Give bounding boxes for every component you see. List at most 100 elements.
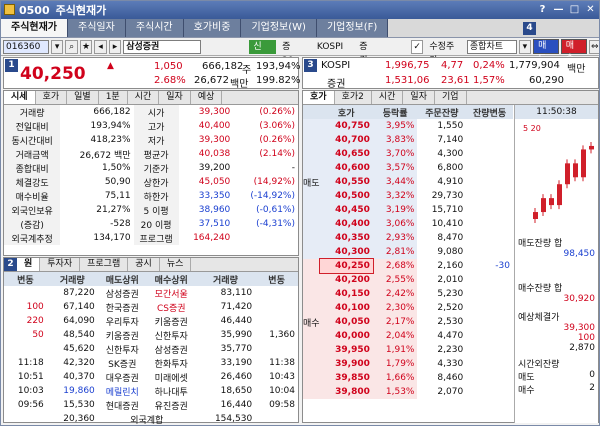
bid-row[interactable]: 40,100 2,30% 2,520 bbox=[303, 301, 513, 315]
panel-number-1: 1 bbox=[5, 59, 18, 72]
ask-row[interactable]: 40,500 3,32% 29,730 bbox=[303, 189, 513, 203]
ask-price[interactable]: 40,300 bbox=[319, 245, 373, 259]
bid-price[interactable]: 39,950 bbox=[319, 343, 373, 357]
bid-price[interactable]: 40,100 bbox=[319, 301, 373, 315]
sub-tab-1min[interactable]: 1분 bbox=[99, 91, 128, 104]
expand-icon[interactable]: ⇔ bbox=[588, 39, 599, 54]
ask-price[interactable]: 40,500 bbox=[319, 189, 373, 203]
ask-price[interactable]: 40,750 bbox=[319, 119, 373, 133]
bid-qty: 5,230 bbox=[417, 287, 467, 301]
bid-price[interactable]: 40,200 bbox=[319, 273, 373, 287]
bid-price[interactable]: 39,900 bbox=[319, 357, 373, 371]
ob-tab-time[interactable]: 시간 bbox=[372, 91, 404, 104]
bid-row[interactable]: 40,250 2,68% 2,160 -30 bbox=[303, 258, 513, 274]
info-cell: 프로그램 bbox=[133, 231, 179, 245]
info-cell: 평균가 bbox=[133, 147, 179, 161]
ask-price[interactable]: 40,650 bbox=[319, 147, 373, 161]
ask-row[interactable]: 40,600 3,57% 6,800 bbox=[303, 161, 513, 175]
sell-button[interactable]: 매도 bbox=[533, 39, 559, 64]
help-icon[interactable]: ? bbox=[536, 3, 549, 16]
ask-row[interactable]: 40,350 2,93% 8,470 bbox=[303, 231, 513, 245]
tab-quote[interactable]: 주식현재가 bbox=[1, 19, 68, 37]
bid-row[interactable]: 40,200 2,55% 2,010 bbox=[303, 273, 513, 287]
chart-dropdown-icon[interactable]: ▾ bbox=[518, 39, 532, 54]
star-icon[interactable]: ★ bbox=[79, 39, 93, 54]
ask-row[interactable]: 40,300 2,81% 9,080 bbox=[303, 245, 513, 259]
ask-price[interactable]: 40,600 bbox=[319, 161, 373, 175]
bid-price[interactable]: 39,850 bbox=[319, 371, 373, 385]
broker-tab-news[interactable]: 뉴스 bbox=[160, 258, 192, 271]
tab-ratio[interactable]: 호가비중 bbox=[183, 19, 242, 37]
ask-rate: 3,06% bbox=[372, 217, 418, 231]
ask-row[interactable]: 40,700 3,83% 7,140 bbox=[303, 133, 513, 147]
bid-price[interactable]: 40,250 bbox=[318, 258, 374, 274]
tab-daily[interactable]: 주식일자 bbox=[68, 19, 126, 37]
tab-company-f[interactable]: 기업정보(F) bbox=[316, 19, 389, 37]
ob-col-price: 호가 bbox=[337, 108, 355, 119]
broker-tab-member[interactable]: 원 bbox=[17, 258, 41, 271]
broker-tab-investor[interactable]: 투자자 bbox=[40, 258, 81, 271]
ask-price[interactable]: 40,550 bbox=[319, 175, 373, 189]
bid-row[interactable]: 39,850 1,66% 8,460 bbox=[303, 371, 513, 385]
tab-company-w[interactable]: 기업정보(W) bbox=[241, 19, 317, 37]
ask-row[interactable]: 40,650 3,70% 4,300 bbox=[303, 147, 513, 161]
sub-tab-date[interactable]: 일자 bbox=[159, 91, 191, 104]
bid-side-label bbox=[303, 259, 320, 273]
volume-unit: 주 bbox=[242, 65, 252, 76]
broker-cell: 40,370 bbox=[63, 372, 95, 382]
next-icon[interactable]: ▸ bbox=[108, 39, 122, 54]
ask-row[interactable]: 40,400 3,06% 10,410 bbox=[303, 217, 513, 231]
bid-row[interactable]: 40,000 2,04% 4,470 bbox=[303, 329, 513, 343]
ob-tab-date[interactable]: 일자 bbox=[403, 91, 435, 104]
broker-cell bbox=[4, 342, 47, 356]
ask-price[interactable]: 40,450 bbox=[319, 203, 373, 217]
info-row: 외국인보유 21,27% 5 이평 38,960 (-0,61%) bbox=[4, 203, 298, 217]
ask-row[interactable]: 40,450 3,19% 15,710 bbox=[303, 203, 513, 217]
tab-time[interactable]: 주식시간 bbox=[125, 19, 184, 37]
sub-tab-expected[interactable]: 예상 bbox=[191, 91, 223, 104]
ob-tab-company[interactable]: 기업 bbox=[435, 91, 467, 104]
sub-tab-time[interactable]: 시간 bbox=[128, 91, 160, 104]
sub-tab-daily[interactable]: 일별 bbox=[67, 91, 99, 104]
bid-price[interactable]: 40,150 bbox=[319, 287, 373, 301]
ob-tab-quote2[interactable]: 호가2 bbox=[335, 91, 372, 104]
bid-change bbox=[466, 343, 513, 357]
ob-tab-quote[interactable]: 호가 bbox=[303, 91, 335, 104]
maximize-icon[interactable]: □ bbox=[568, 3, 581, 16]
bid-qty: 2,230 bbox=[417, 343, 467, 357]
volume-ratio: 193,94% bbox=[256, 61, 301, 72]
ask-price[interactable]: 40,400 bbox=[319, 217, 373, 231]
dropdown-icon[interactable]: ▾ bbox=[50, 39, 64, 54]
bid-row[interactable]: 매수 40,050 2,17% 2,530 bbox=[303, 315, 513, 329]
modify-checkbox[interactable]: ✓ bbox=[410, 39, 424, 54]
bid-row[interactable]: 40,150 2,42% 5,230 bbox=[303, 287, 513, 301]
ask-rate: 3,19% bbox=[372, 203, 418, 217]
info-row: (증감) -528 20 이평 37,510 (-4,31%) bbox=[4, 217, 298, 231]
bid-row[interactable]: 39,900 1,79% 4,330 bbox=[303, 357, 513, 371]
broker-tab-program[interactable]: 프로그램 bbox=[80, 258, 129, 271]
bid-price[interactable]: 39,800 bbox=[319, 385, 373, 399]
info-cell: 134,170 bbox=[93, 233, 131, 243]
bid-price[interactable]: 40,000 bbox=[319, 329, 373, 343]
buy-button[interactable]: 매수 bbox=[560, 39, 587, 64]
minimize-icon[interactable]: — bbox=[552, 3, 565, 16]
window-code: 0500 bbox=[19, 3, 50, 17]
broker-tab-disclosure[interactable]: 공시 bbox=[128, 258, 160, 271]
bid-row[interactable]: 39,800 1,53% 2,070 bbox=[303, 385, 513, 399]
ob-col-qty: 주문잔량 bbox=[425, 108, 459, 119]
sub-tab-quote[interactable]: 시세 bbox=[4, 91, 36, 104]
prev-icon[interactable]: ◂ bbox=[94, 39, 107, 54]
ask-row[interactable]: 40,750 3,95% 1,550 bbox=[303, 119, 513, 133]
ask-row[interactable]: 매도 40,550 3,44% 4,910 bbox=[303, 175, 513, 189]
close-icon[interactable]: ✕ bbox=[584, 3, 597, 16]
bid-price[interactable]: 40,050 bbox=[319, 315, 373, 329]
chart-select[interactable]: 종합차트 bbox=[466, 39, 517, 54]
sub-tab-orderbook[interactable]: 호가 bbox=[36, 91, 68, 104]
ask-price[interactable]: 40,350 bbox=[319, 231, 373, 245]
bid-row[interactable]: 39,950 1,91% 2,230 bbox=[303, 343, 513, 357]
code-input[interactable]: 016360 bbox=[3, 39, 49, 54]
info-cell: (0.26%) bbox=[259, 135, 295, 145]
ask-price[interactable]: 40,700 bbox=[319, 133, 373, 147]
bid-qty: 2,530 bbox=[417, 315, 467, 329]
search-icon[interactable]: ⌕ bbox=[65, 39, 78, 54]
